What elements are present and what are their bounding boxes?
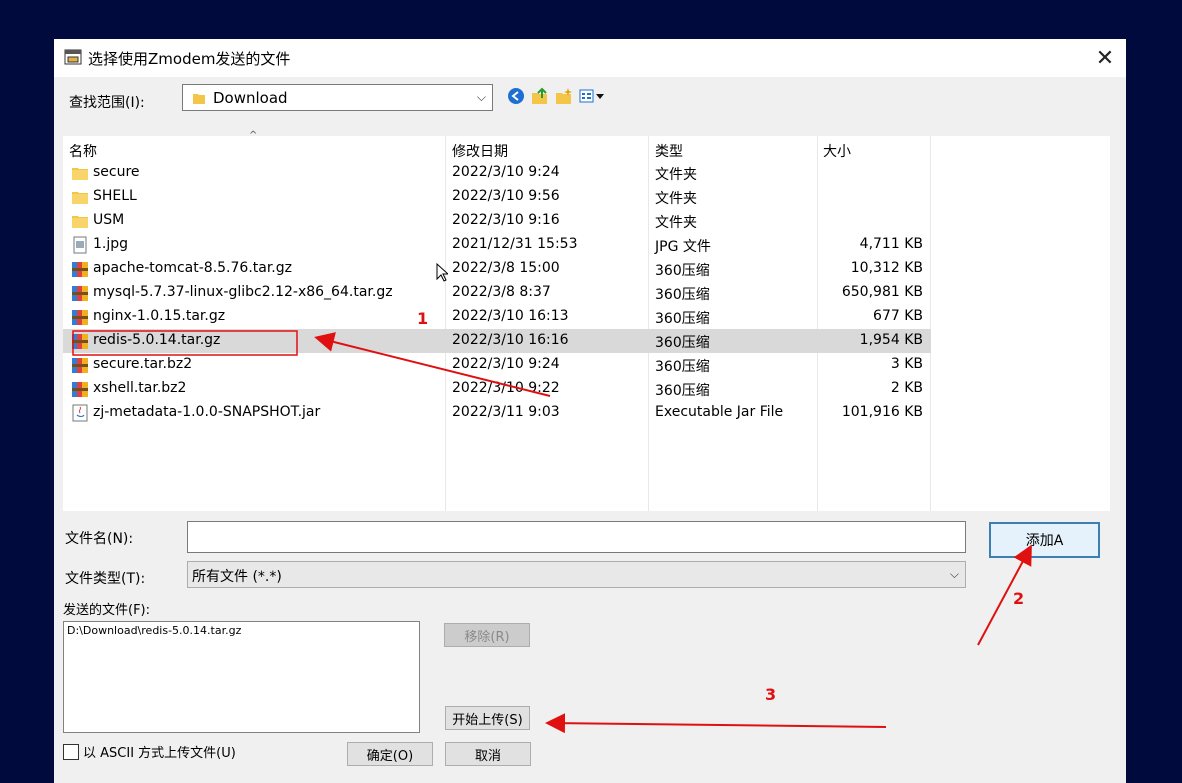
annotation-number-1: 1: [417, 309, 429, 328]
annotation-number-3: 3: [765, 685, 777, 704]
annotation-arrow-3: [545, 713, 887, 734]
annotation-number-2: 2: [1013, 589, 1025, 608]
highlight-box: [72, 330, 298, 356]
annotation-arrow-1: [314, 332, 551, 397]
annotation-overlay: [72, 330, 1032, 734]
